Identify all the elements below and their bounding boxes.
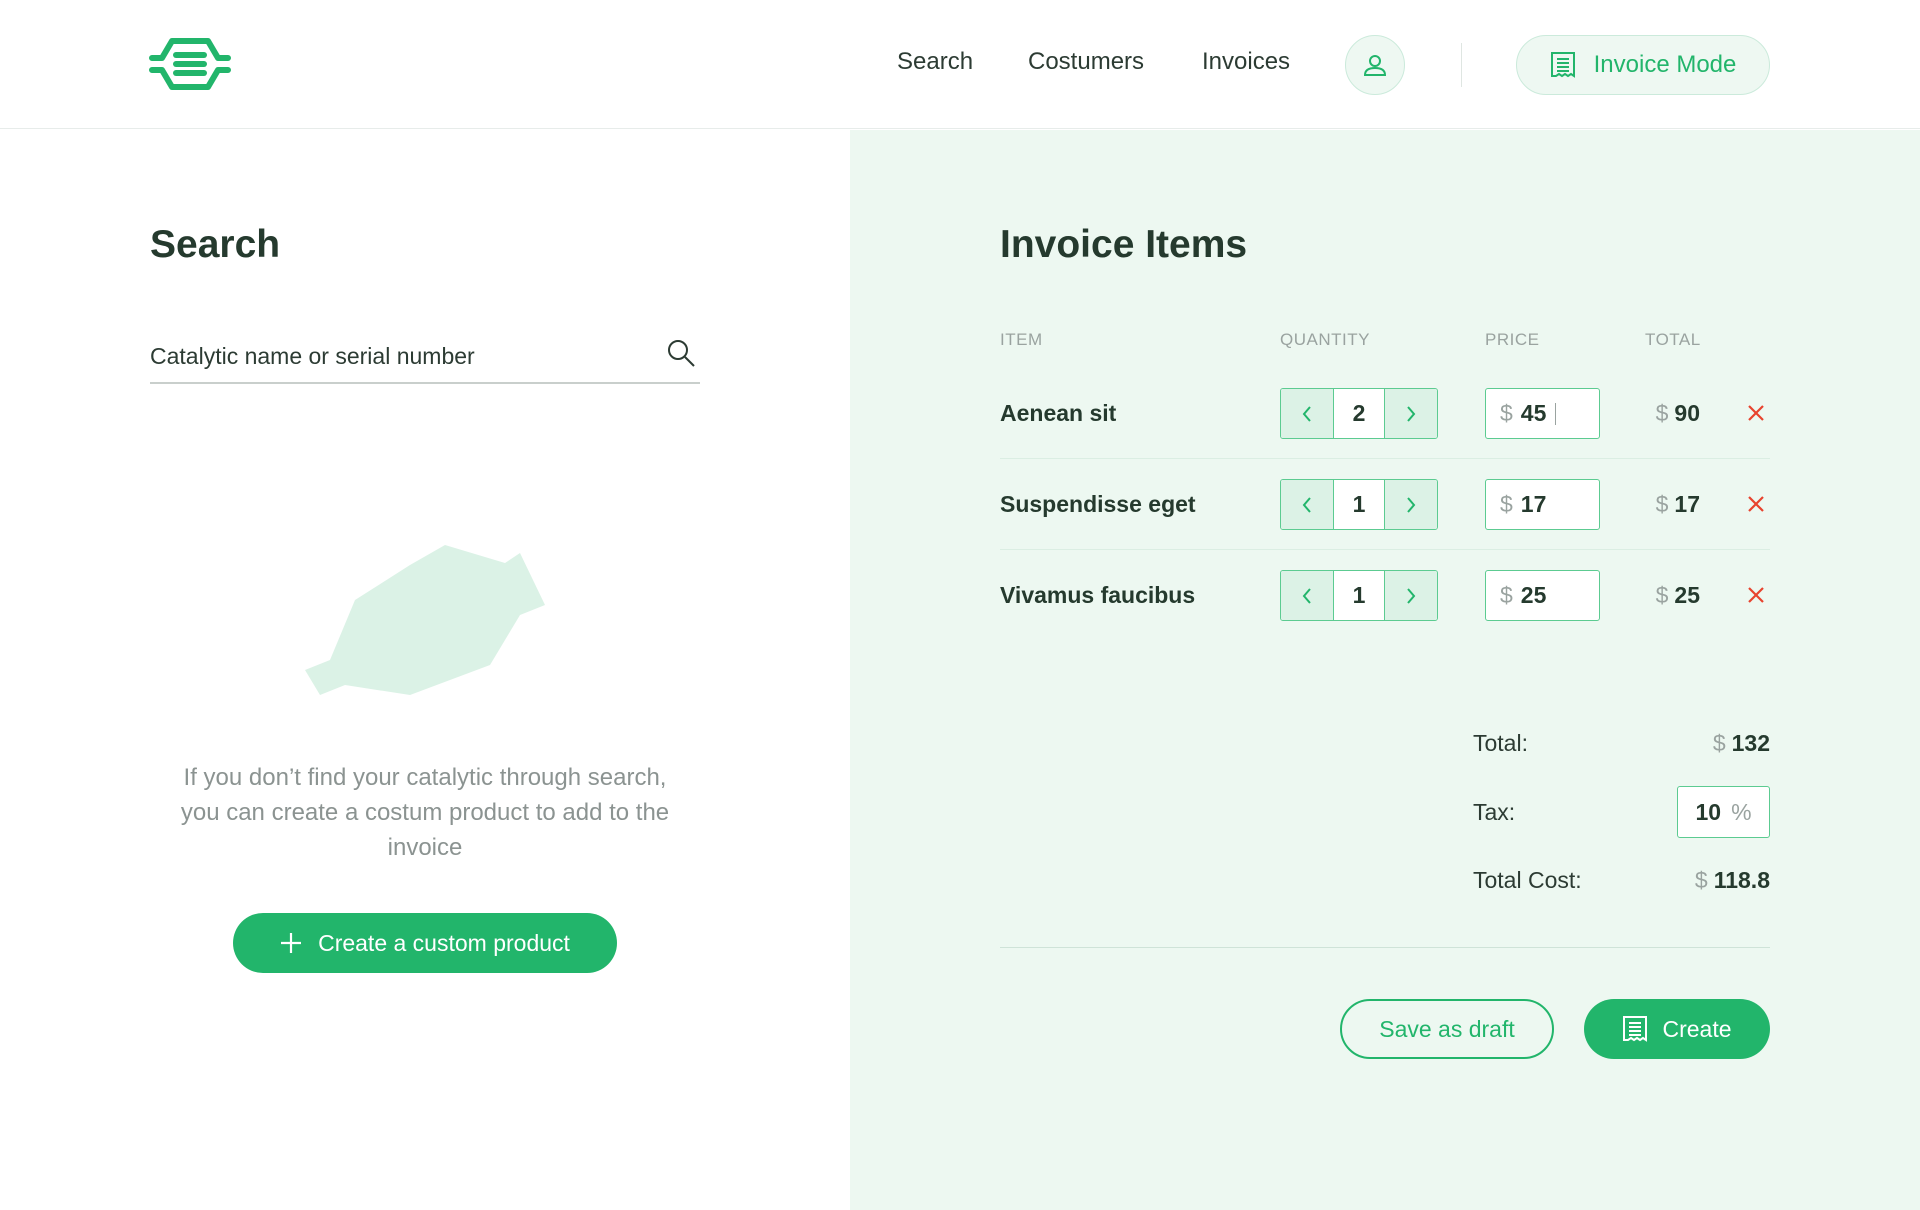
quantity-stepper: 1	[1280, 570, 1438, 621]
header-divider	[1461, 43, 1462, 87]
invoice-row: Aenean sit 2 $ 45 $ 90	[1000, 368, 1770, 459]
close-icon	[1748, 405, 1764, 421]
app-logo-icon[interactable]	[148, 36, 232, 92]
quantity-value[interactable]: 2	[1333, 389, 1385, 438]
text-cursor	[1555, 402, 1557, 425]
currency-symbol: $	[1655, 582, 1669, 608]
row-total: $ 90	[1656, 400, 1700, 427]
currency-symbol: $	[1500, 400, 1513, 426]
price-value: 17	[1520, 491, 1547, 517]
currency-symbol: $	[1500, 491, 1513, 517]
chevron-left-icon	[1302, 405, 1311, 422]
item-name: Aenean sit	[1000, 400, 1117, 426]
decrease-quantity-button[interactable]	[1281, 571, 1333, 620]
price-value: 25	[1520, 582, 1547, 608]
invoice-title: Invoice Items	[1000, 223, 1248, 266]
decrease-quantity-button[interactable]	[1281, 389, 1333, 438]
tax-value: 10	[1695, 798, 1722, 825]
price-input[interactable]: $ 17	[1485, 479, 1600, 530]
column-header-quantity: QUANTITY	[1280, 330, 1370, 349]
tax-unit: %	[1731, 798, 1752, 825]
nav-invoices[interactable]: Invoices	[1202, 48, 1290, 76]
column-header-total: TOTAL	[1645, 330, 1701, 349]
create-custom-product-label: Create a custom product	[318, 929, 570, 956]
price-value: 45	[1520, 400, 1547, 426]
catalytic-illustration	[300, 545, 550, 720]
row-total: $ 17	[1656, 491, 1700, 518]
chevron-left-icon	[1302, 587, 1311, 604]
search-field	[150, 328, 700, 384]
row-total: $ 25	[1656, 582, 1700, 609]
close-icon	[1748, 587, 1764, 603]
quantity-stepper: 2	[1280, 388, 1438, 439]
total-cost-label: Total Cost:	[1473, 867, 1582, 893]
receipt-icon	[1623, 1016, 1648, 1042]
user-profile-button[interactable]	[1345, 35, 1405, 95]
user-icon	[1363, 55, 1387, 76]
create-custom-product-button[interactable]: Create a custom product	[233, 913, 617, 973]
invoice-mode-label: Invoice Mode	[1593, 51, 1737, 78]
increase-quantity-button[interactable]	[1385, 480, 1437, 529]
currency-symbol: $	[1712, 730, 1726, 756]
increase-quantity-button[interactable]	[1385, 389, 1437, 438]
chevron-right-icon	[1407, 496, 1416, 513]
invoice-panel: Invoice Items ITEM QUANTITY PRICE TOTAL …	[850, 130, 1920, 1210]
create-invoice-button[interactable]: Create	[1584, 999, 1770, 1059]
empty-state-text: If you don’t find your catalytic through…	[180, 764, 670, 861]
column-header-price: PRICE	[1485, 330, 1540, 349]
save-draft-button[interactable]: Save as draft	[1340, 999, 1554, 1059]
quantity-value[interactable]: 1	[1333, 480, 1385, 529]
remove-item-button[interactable]	[1742, 490, 1770, 518]
invoice-row: Vivamus faucibus 1 $ 25 $ 25	[1000, 550, 1770, 641]
item-name: Suspendisse eget	[1000, 491, 1196, 517]
row-total-value: 25	[1674, 582, 1700, 608]
price-input[interactable]: $ 25	[1485, 570, 1600, 621]
currency-symbol: $	[1694, 867, 1708, 893]
search-icon[interactable]	[666, 338, 696, 368]
search-panel: Search If you don’t find your catalytic …	[0, 130, 850, 1210]
invoice-row: Suspendisse eget 1 $ 17 $ 17	[1000, 459, 1770, 550]
decrease-quantity-button[interactable]	[1281, 480, 1333, 529]
quantity-value[interactable]: 1	[1333, 571, 1385, 620]
total-cost-value: $ 118.8	[1695, 867, 1770, 894]
item-name: Vivamus faucibus	[1000, 582, 1196, 608]
increase-quantity-button[interactable]	[1385, 571, 1437, 620]
summary-divider	[1000, 947, 1770, 948]
nav-search[interactable]: Search	[897, 48, 973, 76]
quantity-stepper: 1	[1280, 479, 1438, 530]
currency-symbol: $	[1500, 582, 1513, 608]
search-title: Search	[150, 223, 281, 266]
tax-label: Tax:	[1473, 799, 1516, 825]
currency-symbol: $	[1655, 491, 1669, 517]
column-header-item: ITEM	[1000, 330, 1043, 349]
total-cost-amount: 118.8	[1713, 867, 1770, 893]
tax-input[interactable]: 10 %	[1677, 786, 1770, 838]
remove-item-button[interactable]	[1742, 399, 1770, 427]
row-total-value: 90	[1674, 400, 1700, 426]
search-input[interactable]	[150, 336, 640, 376]
total-label: Total:	[1473, 730, 1528, 756]
chevron-right-icon	[1407, 405, 1416, 422]
total-amount: 132	[1731, 730, 1770, 756]
currency-symbol: $	[1655, 400, 1669, 426]
chevron-left-icon	[1302, 496, 1311, 513]
close-icon	[1748, 496, 1764, 512]
total-value: $ 132	[1713, 730, 1770, 757]
remove-item-button[interactable]	[1742, 581, 1770, 609]
plus-icon	[281, 933, 302, 953]
top-header: Search Costumers Invoices Invoice Mode	[0, 0, 1920, 129]
nav-costumers[interactable]: Costumers	[1028, 48, 1144, 76]
price-input[interactable]: $ 45	[1485, 388, 1600, 439]
create-label: Create	[1662, 1015, 1732, 1042]
receipt-icon	[1550, 52, 1575, 78]
chevron-right-icon	[1407, 587, 1416, 604]
invoice-mode-button[interactable]: Invoice Mode	[1516, 35, 1770, 95]
row-total-value: 17	[1674, 491, 1700, 517]
